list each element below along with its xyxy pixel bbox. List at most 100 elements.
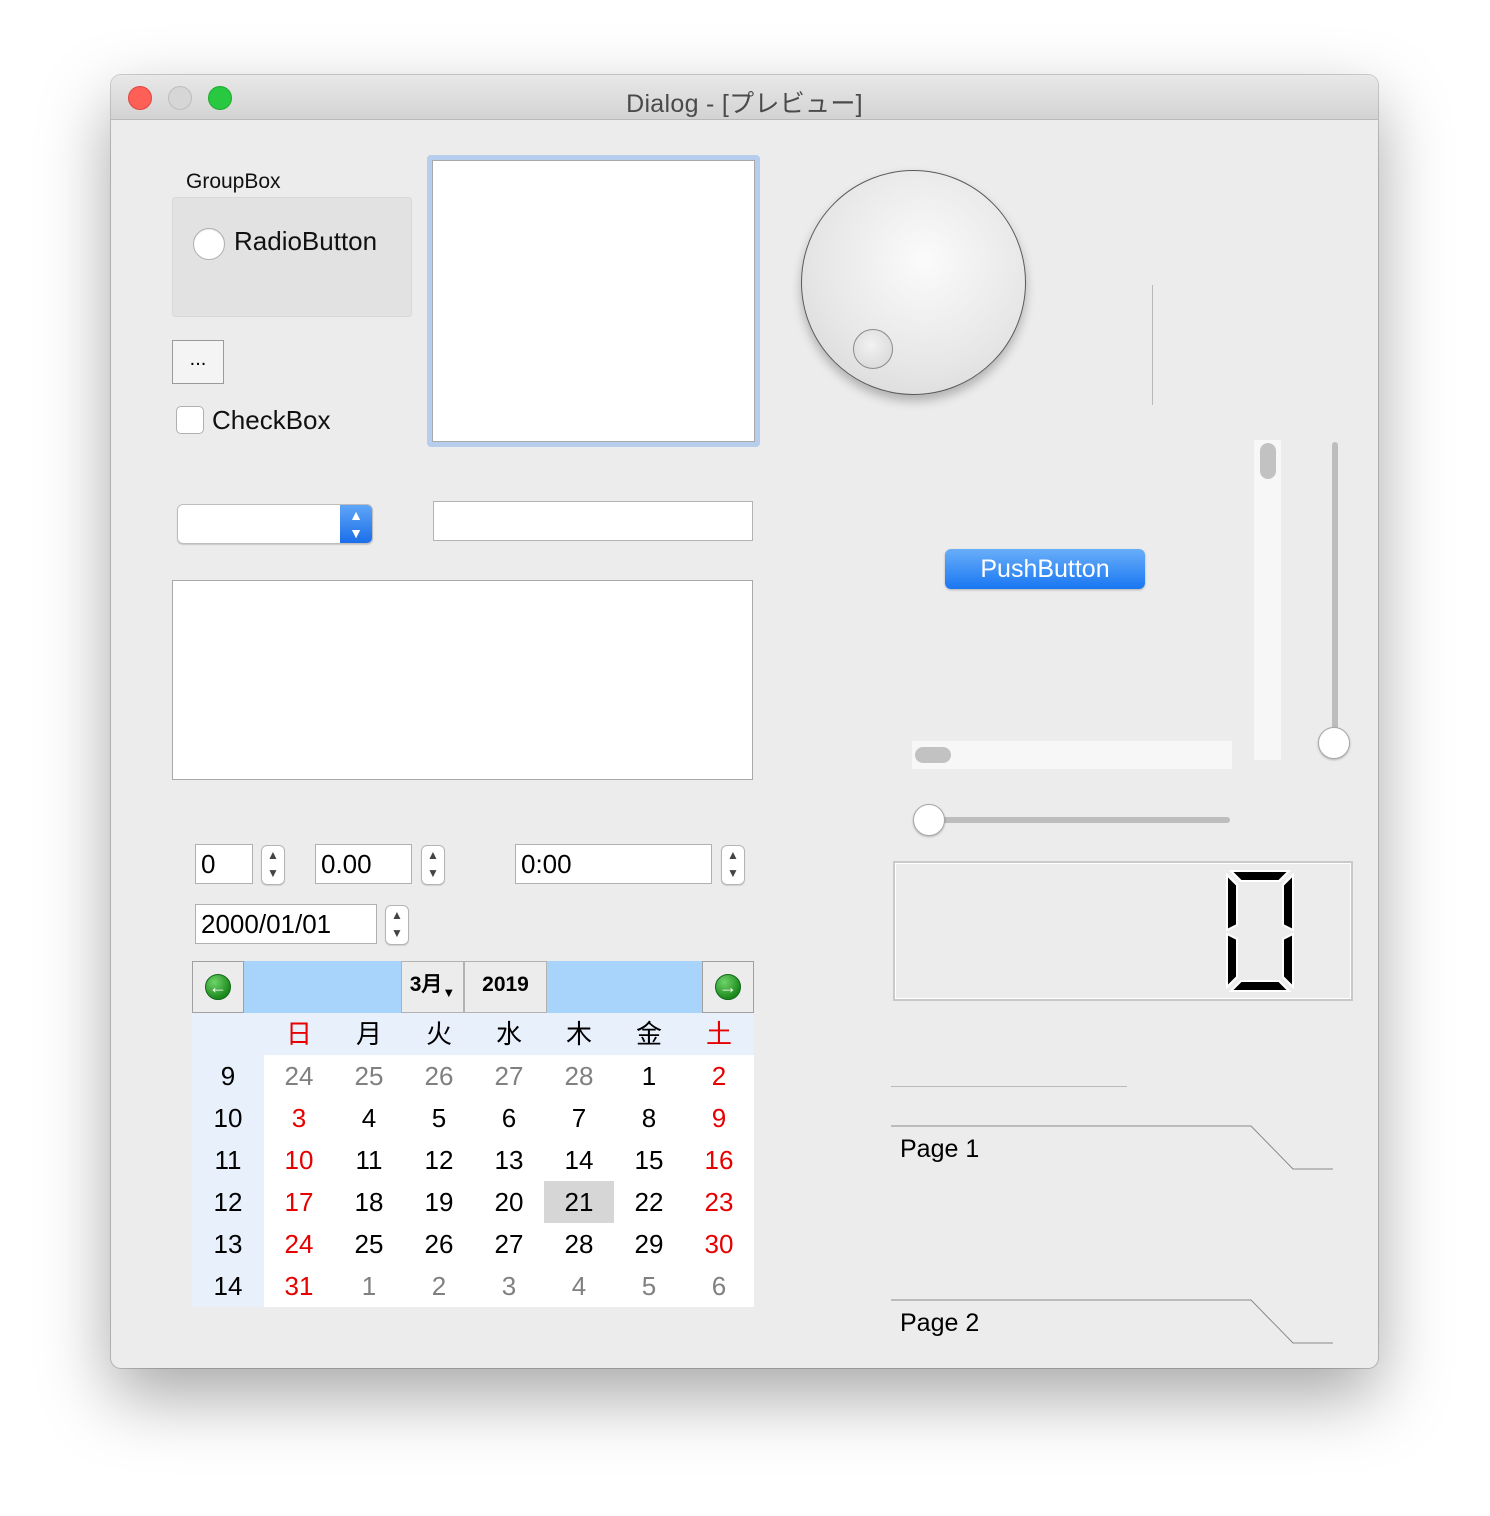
lcd-number: 0 <box>893 861 1353 1001</box>
calendar-day-cell[interactable]: 30 <box>684 1223 754 1265</box>
calendar-day-cell[interactable]: 10 <box>264 1139 334 1181</box>
horizontal-scrollbar[interactable] <box>912 741 1232 769</box>
calendar-day-cell[interactable]: 3 <box>474 1265 544 1307</box>
dial[interactable] <box>801 170 1026 395</box>
push-button[interactable]: PushButton <box>945 549 1145 589</box>
line-edit[interactable] <box>433 501 753 541</box>
calendar-grid: 日月火水木金土 9 24 25 26 27 28 1 2 10 3 4 5 6 7 8 9 11 10 11 12 13 1… <box>192 1013 754 1307</box>
calendar-day-cell[interactable]: 26 <box>404 1055 474 1097</box>
radio-button[interactable] <box>193 228 225 260</box>
groupbox-title: GroupBox <box>186 170 281 193</box>
calendar-day-cell[interactable]: 11 <box>334 1139 404 1181</box>
spin-box-int-field[interactable]: 0 <box>195 844 253 884</box>
time-edit-stepper[interactable]: ▲ ▼ <box>721 845 745 885</box>
radio-button-label[interactable]: RadioButton <box>234 226 377 257</box>
time-edit-field[interactable]: 0:00 <box>515 844 712 884</box>
calendar-year-button[interactable]: 2019 <box>464 961 547 1013</box>
calendar-day-cell[interactable]: 28 <box>544 1223 614 1265</box>
calendar-week-number: 9 <box>220 1061 236 1091</box>
calendar-prev-month-button[interactable]: ← <box>192 961 244 1013</box>
toolbox-page2-tab[interactable]: Page 2 <box>900 1309 979 1338</box>
horizontal-slider-handle[interactable] <box>913 804 945 836</box>
calendar-weekday-header-cell: 月 <box>355 1019 382 1049</box>
calendar-day-cell[interactable]: 1 <box>334 1265 404 1307</box>
calendar-day-cell[interactable]: 8 <box>614 1097 684 1139</box>
calendar-day-cell[interactable]: 7 <box>544 1097 614 1139</box>
calendar-day-cell[interactable]: 23 <box>684 1181 754 1223</box>
calendar-day-cell[interactable]: 14 <box>544 1139 614 1181</box>
list-view[interactable] <box>432 160 755 442</box>
combo-arrows-icon[interactable]: ▲ ▼ <box>340 505 372 543</box>
calendar-day-cell[interactable]: 19 <box>404 1181 474 1223</box>
calendar-day-cell[interactable]: 28 <box>544 1055 614 1097</box>
calendar-weekday-header-cell: 木 <box>565 1019 592 1049</box>
spin-box-double-field[interactable]: 0.00 <box>315 844 412 884</box>
date-edit-stepper[interactable]: ▲ ▼ <box>385 905 409 945</box>
vertical-slider-handle[interactable] <box>1318 727 1350 759</box>
calendar-day-cell[interactable]: 27 <box>474 1055 544 1097</box>
spin-box-int-stepper[interactable]: ▲ ▼ <box>261 845 285 885</box>
vertical-scrollbar[interactable] <box>1254 440 1281 760</box>
calendar-day-cell[interactable]: 25 <box>334 1055 404 1097</box>
calendar-weekday-header-cell: 日 <box>285 1019 312 1049</box>
calendar-day-cell[interactable]: 16 <box>684 1139 754 1181</box>
tool-button[interactable]: ... <box>172 340 224 384</box>
calendar-day-cell[interactable]: 5 <box>404 1097 474 1139</box>
calendar-day-cell[interactable]: 31 <box>264 1265 334 1307</box>
calendar-cells: 日月火水木金土 9 24 25 26 27 28 1 2 10 3 4 5 6 7 8 9 11 10 11 12 13 1… <box>192 1013 754 1307</box>
calendar-weekday-header-cell: 水 <box>495 1019 522 1049</box>
calendar-next-month-button[interactable]: → <box>702 961 754 1013</box>
calendar-nav-bar: ← 3月▼ 2019 → <box>192 961 754 1013</box>
horizontal-slider-groove[interactable] <box>917 817 1230 823</box>
calendar-week-number: 14 <box>213 1271 243 1301</box>
calendar-day-cell[interactable]: 24 <box>264 1223 334 1265</box>
spin-box-double-stepper[interactable]: ▲ ▼ <box>421 845 445 885</box>
checkbox[interactable] <box>176 406 204 434</box>
vertical-line <box>1152 285 1153 405</box>
calendar-day-cell[interactable]: 6 <box>474 1097 544 1139</box>
calendar-day-cell[interactable]: 1 <box>614 1055 684 1097</box>
calendar-day-cell[interactable]: 9 <box>684 1097 754 1139</box>
calendar-day-cell[interactable]: 2 <box>404 1265 474 1307</box>
vertical-scrollbar-thumb[interactable] <box>1260 443 1276 479</box>
calendar-weekday-header-cell: 金 <box>635 1019 662 1049</box>
text-edit[interactable] <box>172 580 753 780</box>
vertical-slider-groove[interactable] <box>1332 442 1338 742</box>
dial-handle-icon[interactable] <box>853 329 893 369</box>
combo-box[interactable]: ▲ ▼ <box>177 504 373 544</box>
calendar-day-cell[interactable]: 6 <box>684 1265 754 1307</box>
calendar-day-cell[interactable]: 25 <box>334 1223 404 1265</box>
calendar-day-cell[interactable]: 26 <box>404 1223 474 1265</box>
calendar-week-number: 11 <box>214 1145 242 1175</box>
date-edit-field[interactable]: 2000/01/01 <box>195 904 377 944</box>
calendar-month-button[interactable]: 3月▼ <box>401 961 464 1013</box>
calendar-day-cell[interactable]: 5 <box>614 1265 684 1307</box>
calendar-weekday-header-cell: 土 <box>705 1019 732 1049</box>
calendar-day-cell[interactable]: 13 <box>474 1139 544 1181</box>
calendar-week-number: 10 <box>213 1103 243 1133</box>
calendar-day-cell[interactable]: 27 <box>474 1223 544 1265</box>
window-title: Dialog - [プレビュー] <box>626 90 863 118</box>
calendar-day-cell[interactable]: 15 <box>614 1139 684 1181</box>
toolbox-page1-tab[interactable]: Page 1 <box>900 1135 979 1164</box>
horizontal-line <box>891 1086 1127 1087</box>
calendar-day-cell[interactable]: 24 <box>264 1055 334 1097</box>
calendar-day-cell[interactable]: 22 <box>614 1181 684 1223</box>
calendar-month-label: 3月 <box>409 973 443 996</box>
checkbox-label[interactable]: CheckBox <box>212 405 331 436</box>
calendar-day-cell[interactable]: 2 <box>684 1055 754 1097</box>
calendar-day-cell[interactable]: 20 <box>474 1181 544 1223</box>
horizontal-scrollbar-thumb[interactable] <box>915 747 951 763</box>
calendar-day-cell[interactable]: 29 <box>614 1223 684 1265</box>
calendar-day-cell[interactable]: 12 <box>404 1139 474 1181</box>
calendar-day-cell[interactable]: 4 <box>544 1265 614 1307</box>
title-bar[interactable]: Dialog - [プレビュー] <box>111 75 1378 120</box>
calendar-day-cell[interactable]: 3 <box>264 1097 334 1139</box>
dialog-window: Dialog - [プレビュー] GroupBox RadioButton ..… <box>111 75 1378 1368</box>
list-view-focus-ring <box>427 155 760 447</box>
dialog-content: GroupBox RadioButton ... CheckBox ▲ ▼ 0 ▲… <box>111 120 1378 1368</box>
calendar-day-cell[interactable]: 4 <box>334 1097 404 1139</box>
calendar-day-cell[interactable]: 18 <box>334 1181 404 1223</box>
calendar-day-cell[interactable]: 21 <box>544 1181 614 1223</box>
calendar-day-cell[interactable]: 17 <box>264 1181 334 1223</box>
